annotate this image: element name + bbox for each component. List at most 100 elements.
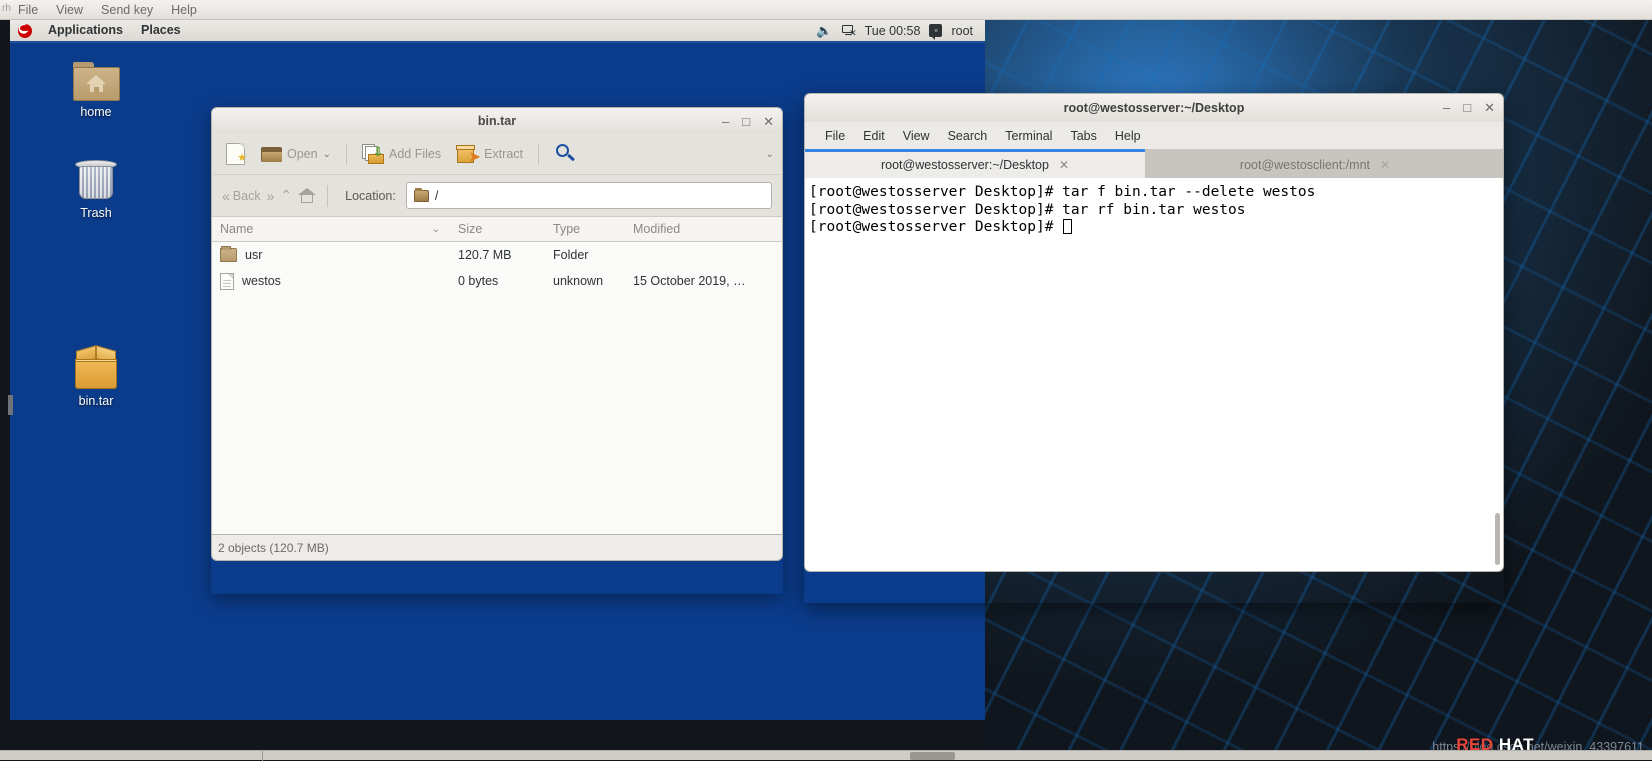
column-header-name[interactable]: Name ⌄ <box>212 222 450 236</box>
terminal-prompt-line: [root@westosserver Desktop]# <box>807 219 1503 237</box>
chevron-down-icon[interactable]: ⌄ <box>432 224 440 235</box>
tab-label: root@westosclient:/mnt <box>1240 158 1370 172</box>
close-button[interactable]: ✕ <box>1484 101 1495 114</box>
terminal-window: root@westosserver:~/Desktop – □ ✕ File E… <box>804 93 1504 603</box>
column-header-modified[interactable]: Modified <box>625 222 782 236</box>
terminal-window-controls: – □ ✕ <box>1443 94 1495 121</box>
row-name: westos <box>242 274 281 288</box>
archive-list-header: Name ⌄ Size Type Modified <box>211 216 783 242</box>
menu-file[interactable]: File <box>817 127 853 145</box>
extract-label: Extract <box>484 147 523 161</box>
desktop-icon-bintar[interactable]: bin.tar <box>54 348 138 408</box>
scrollbar-thumb[interactable] <box>910 752 955 760</box>
close-icon[interactable]: ✕ <box>1380 158 1390 172</box>
open-folder-icon <box>261 146 282 163</box>
go-up-button[interactable]: ⌃ <box>280 187 292 204</box>
desktop-icon-trash[interactable]: Trash <box>54 158 138 220</box>
column-header-size[interactable]: Size <box>450 222 545 236</box>
row-modified: 15 October 2019, … <box>625 274 782 288</box>
row-size: 0 bytes <box>450 274 545 288</box>
tab-label: root@westosserver:~/Desktop <box>881 158 1049 172</box>
go-home-button[interactable] <box>298 188 316 203</box>
open-archive-button[interactable]: Open ⌄ <box>255 143 337 166</box>
forward-button[interactable]: » <box>267 188 275 204</box>
volume-icon[interactable]: 🔈 <box>816 23 832 39</box>
column-header-type[interactable]: Type <box>545 222 625 236</box>
back-label: Back <box>233 189 261 203</box>
location-input[interactable]: / <box>406 182 772 209</box>
menu-terminal[interactable]: Terminal <box>997 127 1060 145</box>
panel-places-menu[interactable]: Places <box>132 19 190 42</box>
extract-button[interactable]: ➤ Extract <box>451 142 529 167</box>
home-folder-icon <box>73 62 120 101</box>
toolbar-separator <box>346 143 347 165</box>
terminal-scrollbar[interactable] <box>1495 513 1500 565</box>
add-files-icon: ⇩ <box>362 144 384 164</box>
screen-edge-artifact <box>8 395 13 415</box>
network-disconnected-icon[interactable]: ✕ <box>842 25 856 37</box>
panel-username[interactable]: root <box>951 24 973 38</box>
menu-search[interactable]: Search <box>940 127 996 145</box>
host-menu-file[interactable]: File <box>18 3 38 17</box>
panel-applications-menu[interactable]: Applications <box>39 19 132 42</box>
navbar-separator <box>327 185 328 207</box>
archive-window-titlebar[interactable]: bin.tar – □ ✕ <box>211 107 783 134</box>
back-button[interactable]: « Back <box>222 188 261 204</box>
host-menubar: File View Send key Help <box>0 0 1652 20</box>
terminal-line: [root@westosserver Desktop]# tar rf bin.… <box>807 202 1503 220</box>
host-menu-help[interactable]: Help <box>171 3 197 17</box>
prompt-text: [root@westosserver Desktop]# <box>809 219 1062 235</box>
panel-status-area: 🔈 ✕ Tue 00:58 ▫ root <box>816 23 985 39</box>
new-archive-button[interactable]: ★ <box>220 140 251 168</box>
user-avatar-icon[interactable]: ▫ <box>929 24 942 37</box>
terminal-line: [root@westosserver Desktop]# tar f bin.t… <box>807 184 1503 202</box>
terminal-tab-bar: root@westosserver:~/Desktop ✕ root@westo… <box>804 149 1504 178</box>
terminal-screen[interactable]: [root@westosserver Desktop]# tar f bin.t… <box>804 178 1504 572</box>
minimize-button[interactable]: – <box>1443 101 1450 114</box>
add-files-label: Add Files <box>389 147 441 161</box>
archive-file-list[interactable]: usr 120.7 MB Folder westos 0 bytes unkno… <box>211 242 783 534</box>
archive-toolbar: ★ Open ⌄ ⇩ Add Files ➤ Extract <box>211 134 783 174</box>
close-button[interactable]: ✕ <box>763 115 774 128</box>
redhat-logo-icon[interactable] <box>18 24 32 38</box>
toolbar-menu-chevron-icon[interactable]: ⌄ <box>766 149 774 160</box>
terminal-tab-client[interactable]: root@westosclient:/mnt ✕ <box>1145 149 1485 178</box>
menu-help[interactable]: Help <box>1107 127 1149 145</box>
menu-edit[interactable]: Edit <box>855 127 893 145</box>
table-row[interactable]: usr 120.7 MB Folder <box>212 242 782 268</box>
text-cursor <box>1063 219 1072 234</box>
menu-view[interactable]: View <box>895 127 938 145</box>
minimize-button[interactable]: – <box>722 115 729 128</box>
search-icon <box>554 143 576 165</box>
location-value: / <box>435 189 438 203</box>
maximize-button[interactable]: □ <box>1463 101 1471 114</box>
chevron-down-icon[interactable]: ⌄ <box>323 149 331 160</box>
row-name: usr <box>245 248 262 262</box>
host-menu-view[interactable]: View <box>56 3 83 17</box>
terminal-titlebar[interactable]: root@westosserver:~/Desktop – □ ✕ <box>804 93 1504 122</box>
folder-icon <box>220 248 237 262</box>
archive-status-bar: 2 objects (120.7 MB) <box>211 534 783 561</box>
row-size: 120.7 MB <box>450 248 545 262</box>
desktop-icon-label: home <box>54 105 138 119</box>
archive-window-title: bin.tar <box>212 114 782 128</box>
desktop-icon-home[interactable]: home <box>54 62 138 119</box>
add-files-button[interactable]: ⇩ Add Files <box>356 141 447 167</box>
toolbar-separator <box>538 143 539 165</box>
table-row[interactable]: westos 0 bytes unknown 15 October 2019, … <box>212 268 782 294</box>
close-icon[interactable]: ✕ <box>1059 158 1069 172</box>
terminal-tab-server[interactable]: root@westosserver:~/Desktop ✕ <box>805 149 1145 178</box>
host-menu-send-key[interactable]: Send key <box>101 3 153 17</box>
file-icon <box>220 273 234 290</box>
maximize-button[interactable]: □ <box>742 115 750 128</box>
archive-window-controls: – □ ✕ <box>722 108 774 135</box>
search-button[interactable] <box>548 140 582 168</box>
menu-tabs[interactable]: Tabs <box>1062 127 1104 145</box>
trash-icon <box>74 158 118 202</box>
gnome-top-panel: Applications Places 🔈 ✕ Tue 00:58 ▫ root <box>10 20 985 43</box>
row-type: unknown <box>545 274 625 288</box>
panel-clock[interactable]: Tue 00:58 <box>865 24 921 38</box>
extract-icon: ➤ <box>457 145 479 164</box>
folder-icon <box>414 190 429 202</box>
host-bottom-scrollbar[interactable] <box>0 750 1652 760</box>
